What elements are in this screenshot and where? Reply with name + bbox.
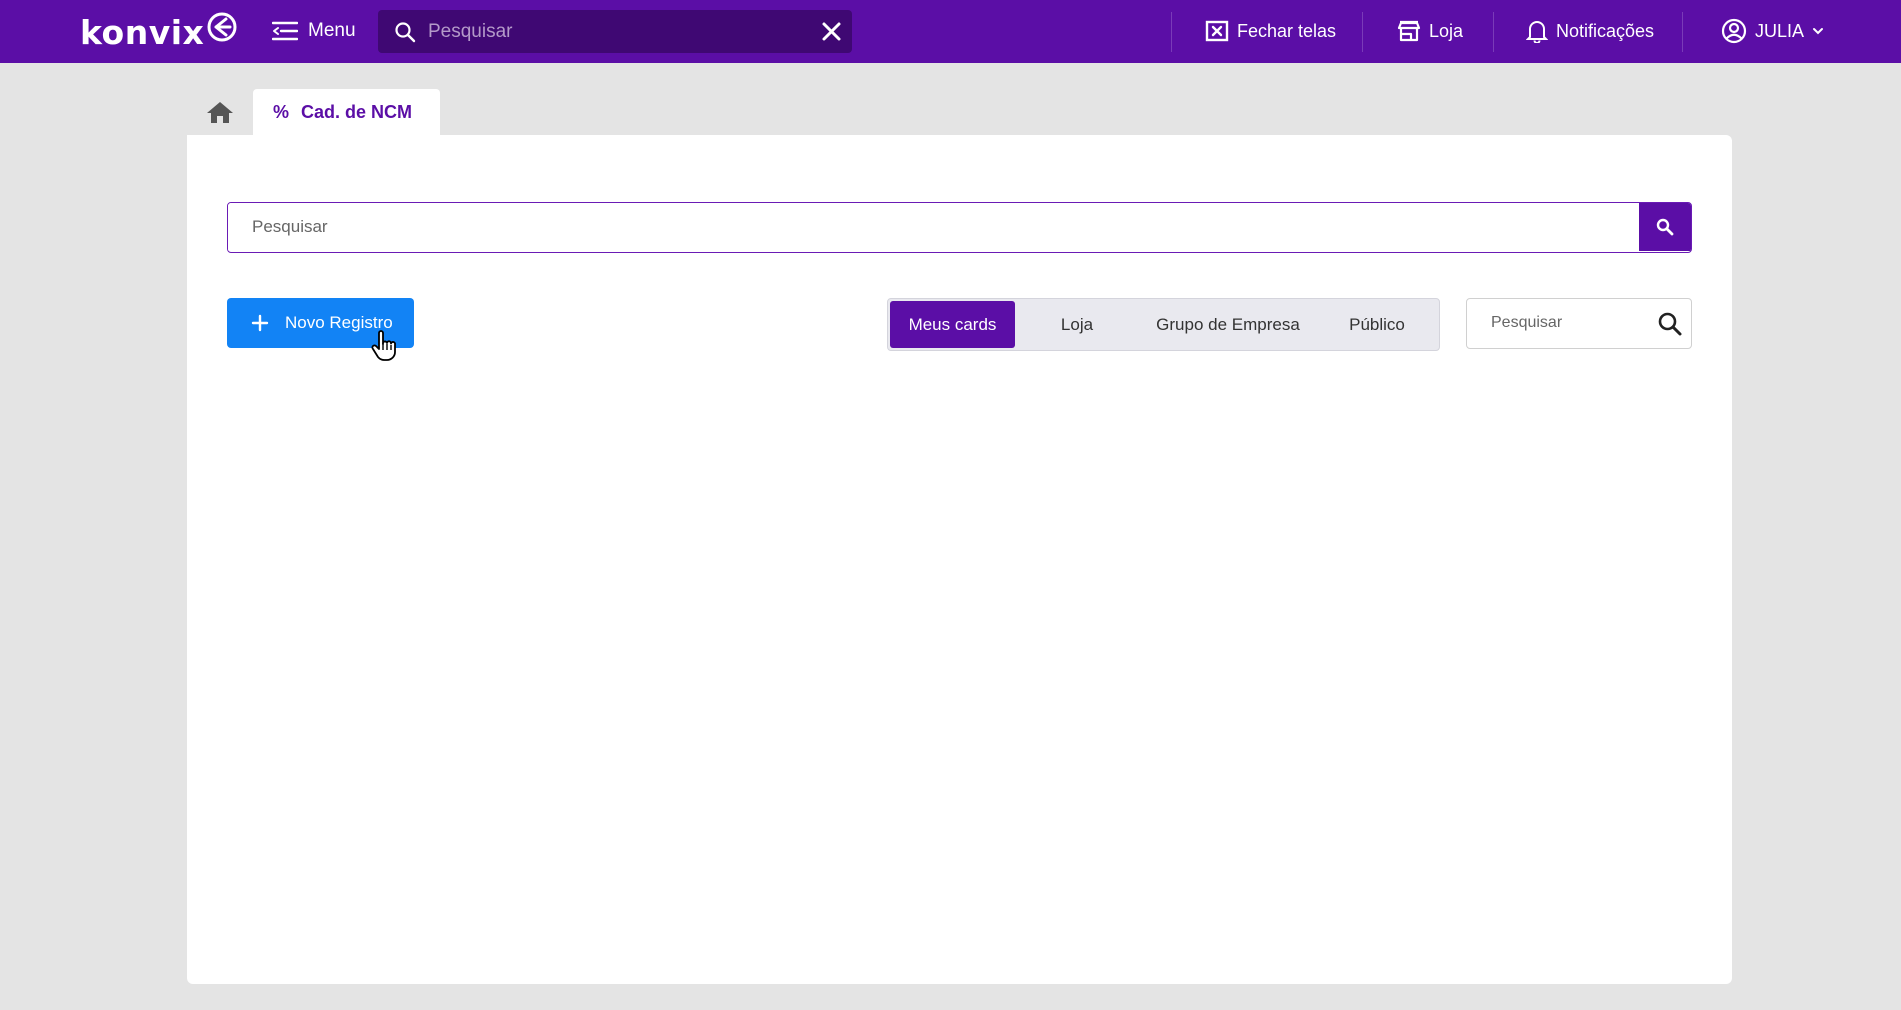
global-search-input[interactable] xyxy=(428,16,788,47)
tab-home[interactable] xyxy=(204,97,236,127)
divider xyxy=(1682,12,1683,52)
cards-search-input[interactable] xyxy=(1467,299,1647,347)
store-icon xyxy=(1397,20,1421,42)
hand-cursor-icon xyxy=(371,330,396,361)
divider xyxy=(1362,12,1363,52)
search-icon xyxy=(395,22,416,43)
main-search-input[interactable] xyxy=(228,203,1640,251)
chevron-down-icon xyxy=(1813,28,1824,35)
store-label: Loja xyxy=(1429,20,1464,41)
main-search-bar xyxy=(227,202,1692,253)
percent-icon: % xyxy=(273,101,290,122)
clear-search-icon[interactable] xyxy=(821,21,842,42)
search-icon xyxy=(1656,218,1674,236)
plus-icon xyxy=(251,314,269,332)
user-menu[interactable]: JULIA xyxy=(1721,17,1824,45)
menu-button[interactable]: Menu xyxy=(272,16,356,46)
divider xyxy=(1493,12,1494,52)
notifications-button[interactable]: Notificações xyxy=(1526,17,1654,45)
home-icon xyxy=(207,102,233,123)
content-card: Novo Registro Meus cards Loja Grupo de E… xyxy=(187,135,1732,984)
bell-icon xyxy=(1526,21,1548,43)
cards-search xyxy=(1466,298,1692,349)
logo-mark-icon xyxy=(207,12,237,42)
store-button[interactable]: Loja xyxy=(1397,17,1463,45)
menu-icon xyxy=(272,21,298,41)
menu-label: Menu xyxy=(308,20,356,41)
filter-grupo-de-empresa[interactable]: Grupo de Empresa xyxy=(1139,301,1317,348)
top-navbar: konvix Menu Fechar telas xyxy=(0,0,1901,63)
user-avatar-icon xyxy=(1721,18,1747,44)
close-screens-label: Fechar telas xyxy=(1237,20,1337,41)
divider xyxy=(1171,12,1172,52)
user-name: JULIA xyxy=(1755,20,1805,41)
scope-filter: Meus cards Loja Grupo de Empresa Público xyxy=(887,298,1440,351)
konvix-logo[interactable]: konvix xyxy=(80,12,238,52)
filter-publico[interactable]: Público xyxy=(1317,301,1437,348)
close-screens-button[interactable]: Fechar telas xyxy=(1205,17,1336,45)
notifications-label: Notificações xyxy=(1556,20,1655,41)
tab-cad-ncm[interactable]: % Cad. de NCM xyxy=(253,89,440,135)
filter-meus-cards[interactable]: Meus cards xyxy=(890,301,1015,348)
search-icon[interactable] xyxy=(1657,311,1683,337)
close-window-icon xyxy=(1205,20,1229,42)
logo-text: konvix xyxy=(80,12,205,52)
main-search-button[interactable] xyxy=(1639,203,1691,251)
tab-label: Cad. de NCM xyxy=(301,101,413,122)
filter-loja[interactable]: Loja xyxy=(1015,301,1139,348)
global-search xyxy=(378,10,852,53)
